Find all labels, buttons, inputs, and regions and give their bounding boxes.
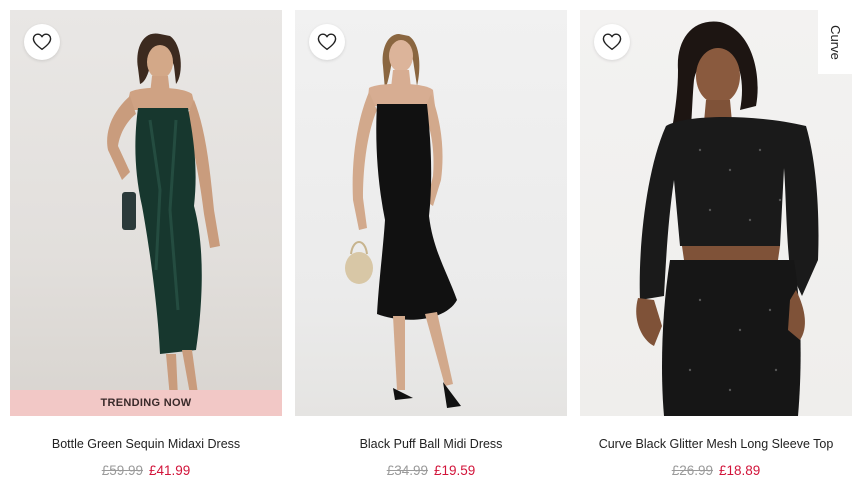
product-card[interactable]: Curve Curve Black Glitter Mesh Long Slee… — [580, 10, 852, 478]
trending-badge: TRENDING NOW — [10, 390, 282, 416]
original-price: £26.99 — [671, 463, 713, 478]
product-image[interactable] — [295, 10, 567, 416]
product-name[interactable]: Curve Black Glitter Mesh Long Sleeve Top — [580, 437, 852, 451]
product-name[interactable]: Black Puff Ball Midi Dress — [295, 437, 567, 451]
sale-price: £41.99 — [149, 463, 191, 478]
product-image[interactable]: Curve — [580, 10, 852, 416]
product-name[interactable]: Bottle Green Sequin Midaxi Dress — [10, 437, 282, 451]
curve-tag-label: Curve — [827, 24, 843, 60]
wishlist-button[interactable] — [309, 24, 345, 60]
product-price: £59.99 £41.99 — [10, 463, 282, 478]
heart-outline-icon — [317, 33, 337, 51]
wishlist-button[interactable] — [594, 24, 630, 60]
model-photo — [345, 34, 461, 408]
sale-price: £18.89 — [719, 463, 761, 478]
curve-tag: Curve — [818, 10, 852, 74]
product-card[interactable]: Black Puff Ball Midi Dress £34.99 £19.59 — [295, 10, 567, 478]
original-price: £59.99 — [101, 463, 143, 478]
model-photo — [107, 33, 220, 400]
original-price: £34.99 — [386, 463, 428, 478]
product-price: £26.99 £18.89 — [580, 463, 852, 478]
wishlist-button[interactable] — [24, 24, 60, 60]
product-price: £34.99 £19.59 — [295, 463, 567, 478]
product-image[interactable]: TRENDING NOW — [10, 10, 282, 416]
model-photo — [636, 21, 819, 416]
sale-price: £19.59 — [434, 463, 476, 478]
heart-outline-icon — [602, 33, 622, 51]
heart-outline-icon — [32, 33, 52, 51]
product-card[interactable]: TRENDING NOW Bottle Green Sequin Midaxi … — [10, 10, 282, 478]
